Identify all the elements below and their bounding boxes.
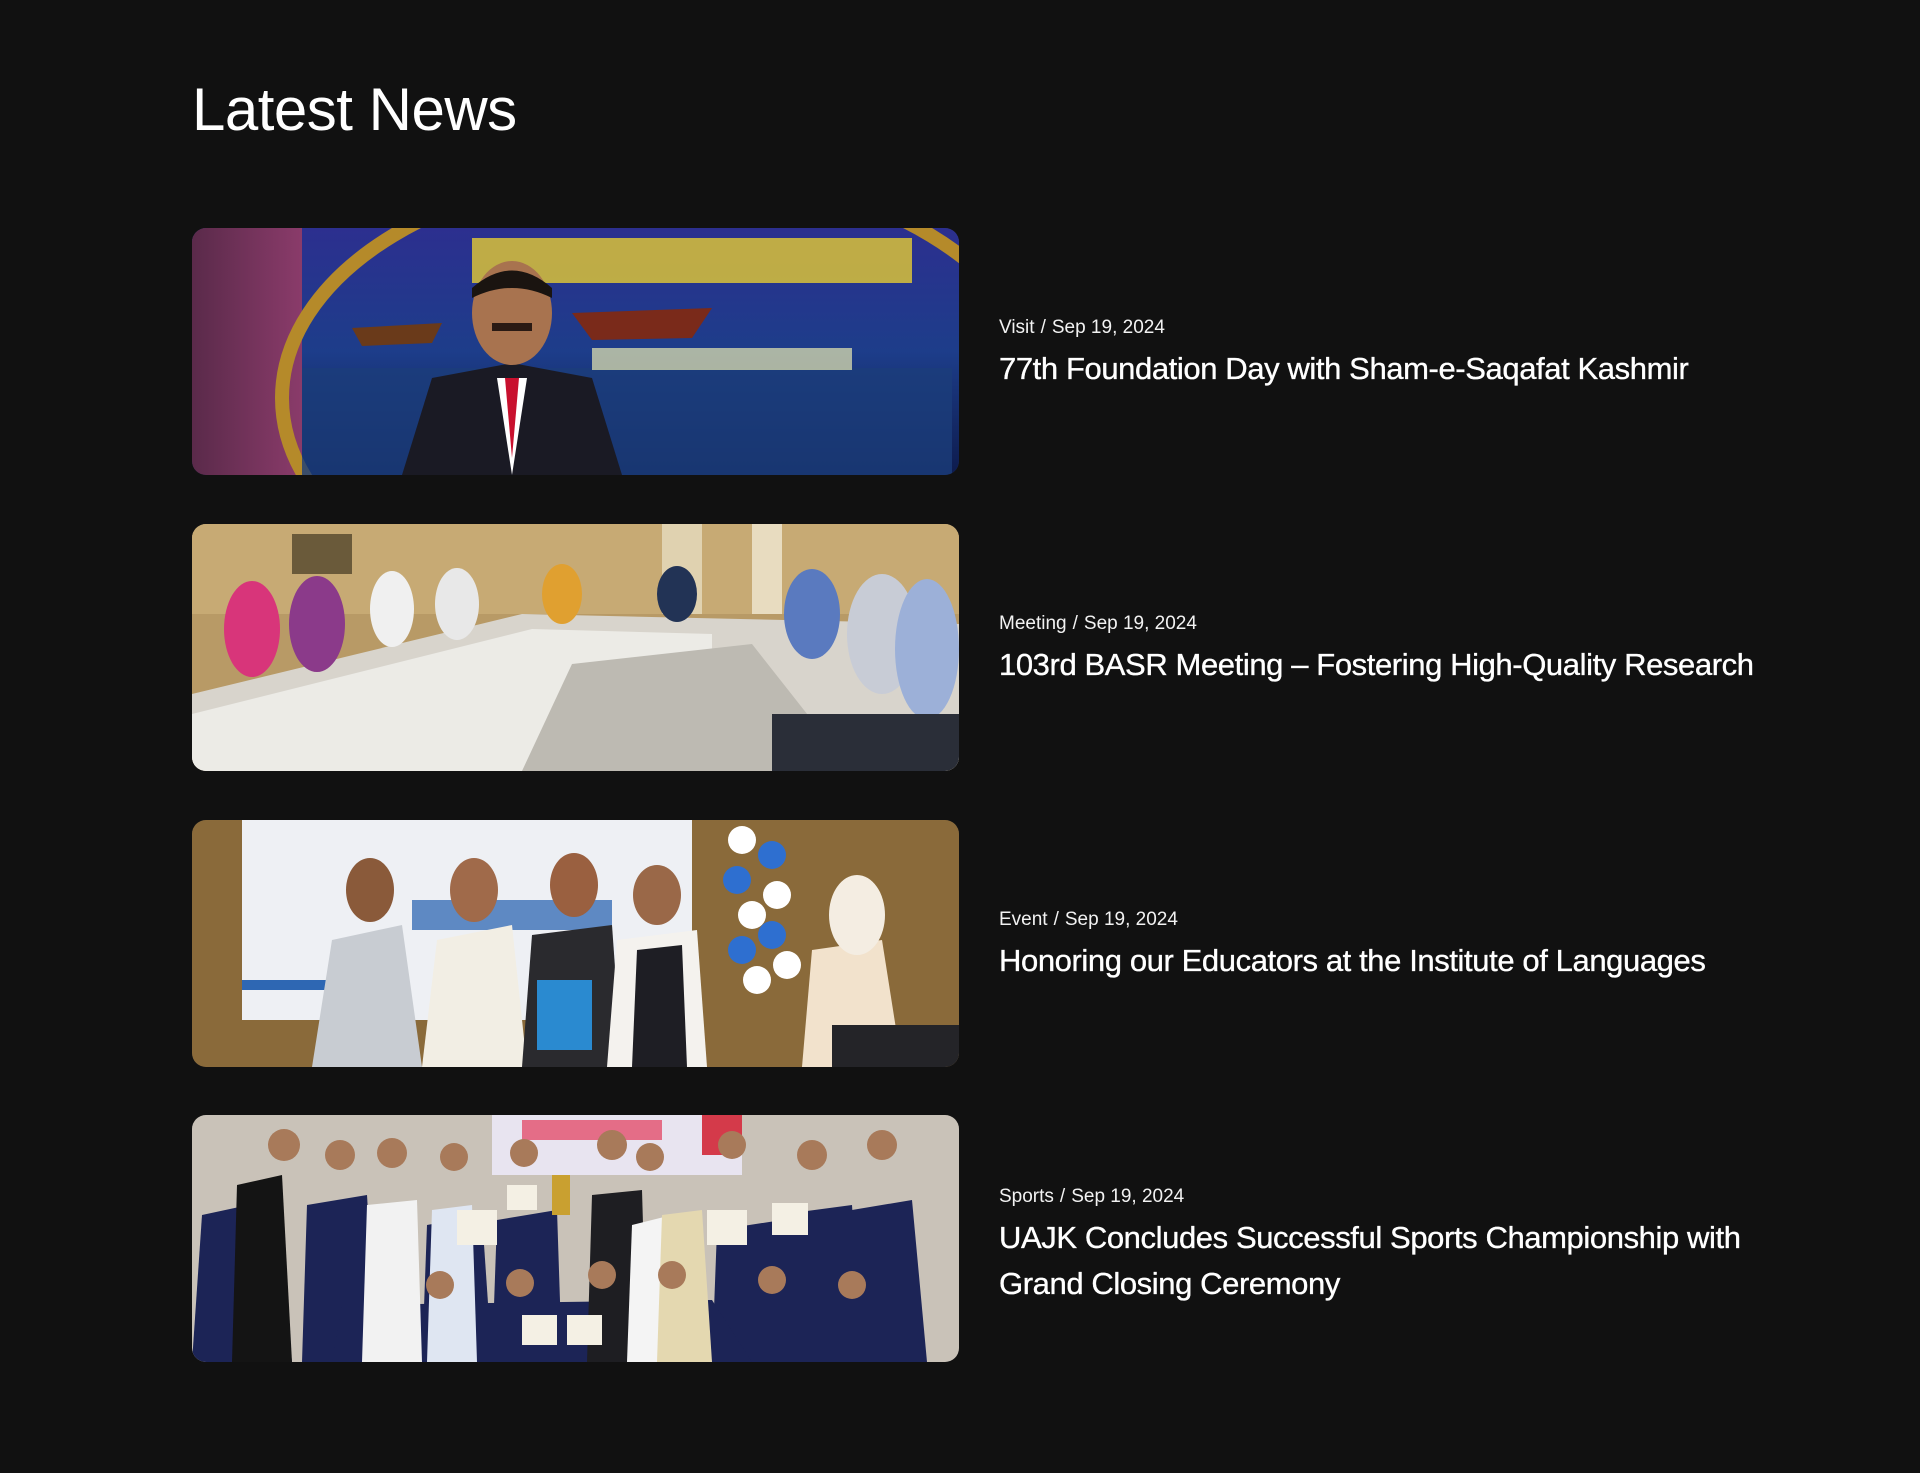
news-category: Event (999, 909, 1048, 930)
news-thumbnail[interactable] (192, 1115, 959, 1362)
news-meta-line: Meeting / Sep 19, 2024 (999, 613, 1197, 634)
news-meta-line: Sports / Sep 19, 2024 (999, 1186, 1185, 1207)
news-photo-4 (192, 1115, 959, 1362)
news-meta-line: Event / Sep 19, 2024 (999, 909, 1178, 930)
news-thumbnail[interactable] (192, 820, 959, 1067)
news-date: Sep 19, 2024 (1051, 317, 1165, 338)
news-title[interactable]: UAJK Concludes Successful Sports Champio… (999, 1215, 1759, 1307)
news-category: Visit (999, 317, 1035, 338)
news-meta: Event / Sep 19, 2024 Honoring our Educator… (999, 908, 1759, 984)
news-meta: Meeting / Sep 19, 2024 103rd BASR Meeting … (999, 612, 1759, 688)
news-item[interactable]: Visit / Sep 19, 2024 77th Foundation Day w… (192, 228, 1752, 475)
news-item[interactable]: Meeting / Sep 19, 2024 103rd BASR Meeting … (192, 524, 1754, 771)
news-date: Sep 19, 2024 (1064, 909, 1178, 930)
news-title[interactable]: Honoring our Educators at the Institute … (999, 938, 1759, 984)
news-photo-2 (192, 524, 959, 771)
news-photo-3 (192, 820, 959, 1067)
news-item[interactable]: Event / Sep 19, 2024 Honoring our Educator… (192, 820, 1752, 1067)
news-item[interactable]: Sports / Sep 19, 2024 UAJK Concludes Succe… (192, 1115, 1752, 1362)
news-meta: Sports / Sep 19, 2024 UAJK Concludes Succe… (999, 1185, 1759, 1307)
news-photo-1 (192, 228, 959, 475)
news-meta-line: Visit / Sep 19, 2024 (999, 317, 1165, 338)
news-meta: Visit / Sep 19, 2024 77th Foundation Day w… (999, 316, 1759, 392)
section-title: Latest News (192, 76, 517, 143)
news-title[interactable]: 103rd BASR Meeting – Fostering High-Qual… (999, 642, 1759, 688)
news-date: Sep 19, 2024 (1071, 1186, 1185, 1207)
news-thumbnail[interactable] (192, 524, 959, 771)
news-category: Meeting (999, 613, 1067, 634)
news-date: Sep 19, 2024 (1083, 613, 1197, 634)
news-thumbnail[interactable] (192, 228, 959, 475)
news-title[interactable]: 77th Foundation Day with Sham-e-Saqafat … (999, 346, 1759, 392)
news-category: Sports (999, 1186, 1054, 1207)
